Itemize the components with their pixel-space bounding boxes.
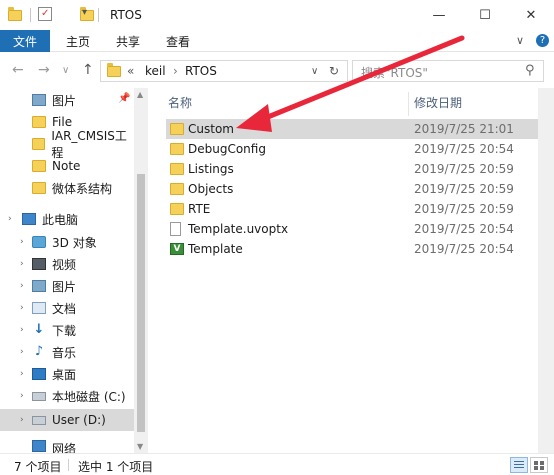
annotation-arrow (236, 35, 465, 132)
arrow-shaft (255, 35, 465, 124)
arrow-head (236, 104, 272, 132)
